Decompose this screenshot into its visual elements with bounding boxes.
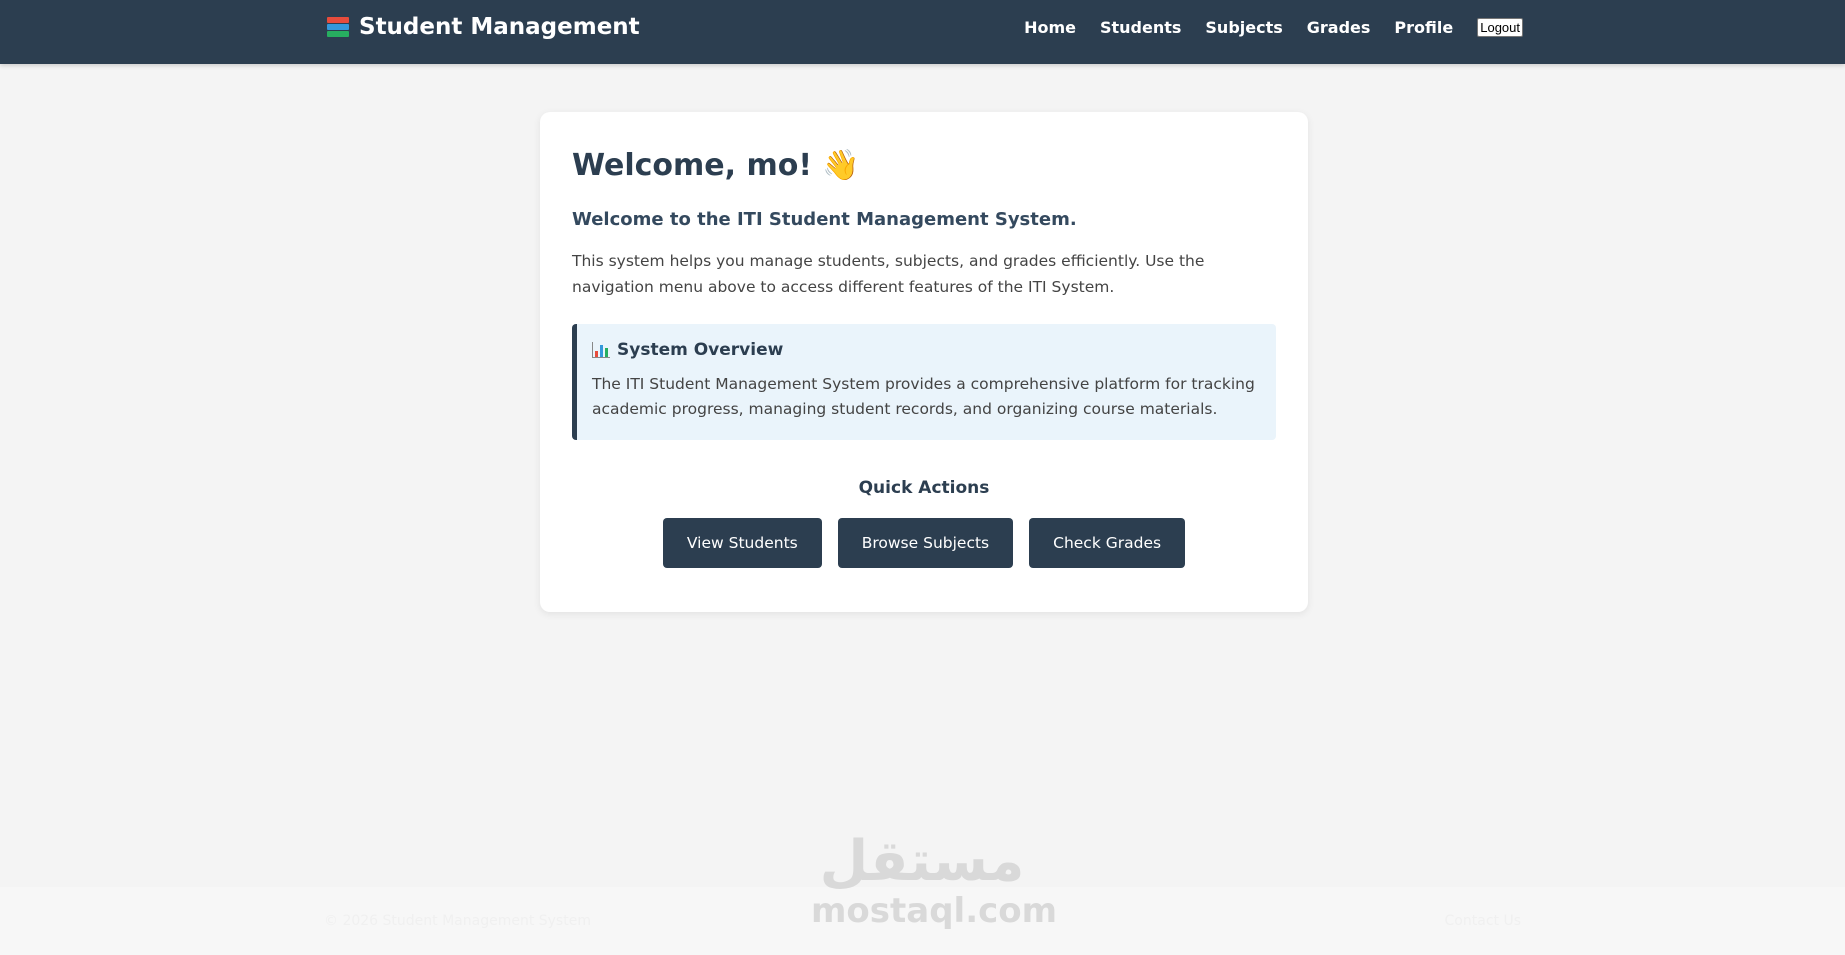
overview-title: System Overview	[592, 340, 1256, 360]
brand-title: Student Management	[359, 14, 640, 40]
nav-link-home[interactable]: Home	[1024, 18, 1076, 37]
check-grades-button[interactable]: Check Grades	[1029, 518, 1186, 568]
overview-text: The ITI Student Management System provid…	[592, 375, 1255, 418]
nav-menu: Home Students Subjects Grades Profile Lo…	[1024, 18, 1523, 37]
watermark-arabic: مستقل	[819, 829, 1025, 894]
welcome-card: Welcome, mo! 👋 Welcome to the ITI Studen…	[540, 112, 1308, 612]
nav-link-grades[interactable]: Grades	[1307, 18, 1371, 37]
intro-paragraph: This system helps you manage students, s…	[572, 252, 1205, 296]
overview-title-text: System Overview	[617, 340, 784, 360]
brand[interactable]: Student Management	[325, 14, 640, 40]
system-overview-box: System Overview The ITI Student Manageme…	[572, 324, 1276, 440]
nav-link-subjects[interactable]: Subjects	[1205, 18, 1282, 37]
bar-chart-icon	[592, 342, 610, 358]
footer: © 2026 Student Management System Contact…	[0, 887, 1845, 955]
books-icon	[325, 15, 351, 39]
contact-us-link[interactable]: Contact Us	[1445, 913, 1521, 929]
navbar: Student Management Home Students Subject…	[0, 0, 1845, 64]
quick-actions-title: Quick Actions	[858, 478, 990, 498]
view-students-button[interactable]: View Students	[662, 518, 822, 568]
nav-link-students[interactable]: Students	[1100, 18, 1181, 37]
welcome-heading: Welcome, mo! 👋	[572, 148, 1276, 183]
welcome-heading-text: Welcome, mo!	[572, 148, 813, 183]
footer-copyright: © 2026 Student Management System	[324, 913, 591, 929]
logout-button[interactable]: Logout	[1477, 18, 1523, 37]
waving-hand-icon: 👋	[822, 148, 860, 183]
browse-subjects-button[interactable]: Browse Subjects	[837, 518, 1014, 568]
nav-link-profile[interactable]: Profile	[1394, 18, 1453, 37]
quick-actions: View Students Browse Subjects Check Grad…	[572, 518, 1276, 568]
welcome-subtitle: Welcome to the ITI Student Management Sy…	[572, 209, 1077, 230]
